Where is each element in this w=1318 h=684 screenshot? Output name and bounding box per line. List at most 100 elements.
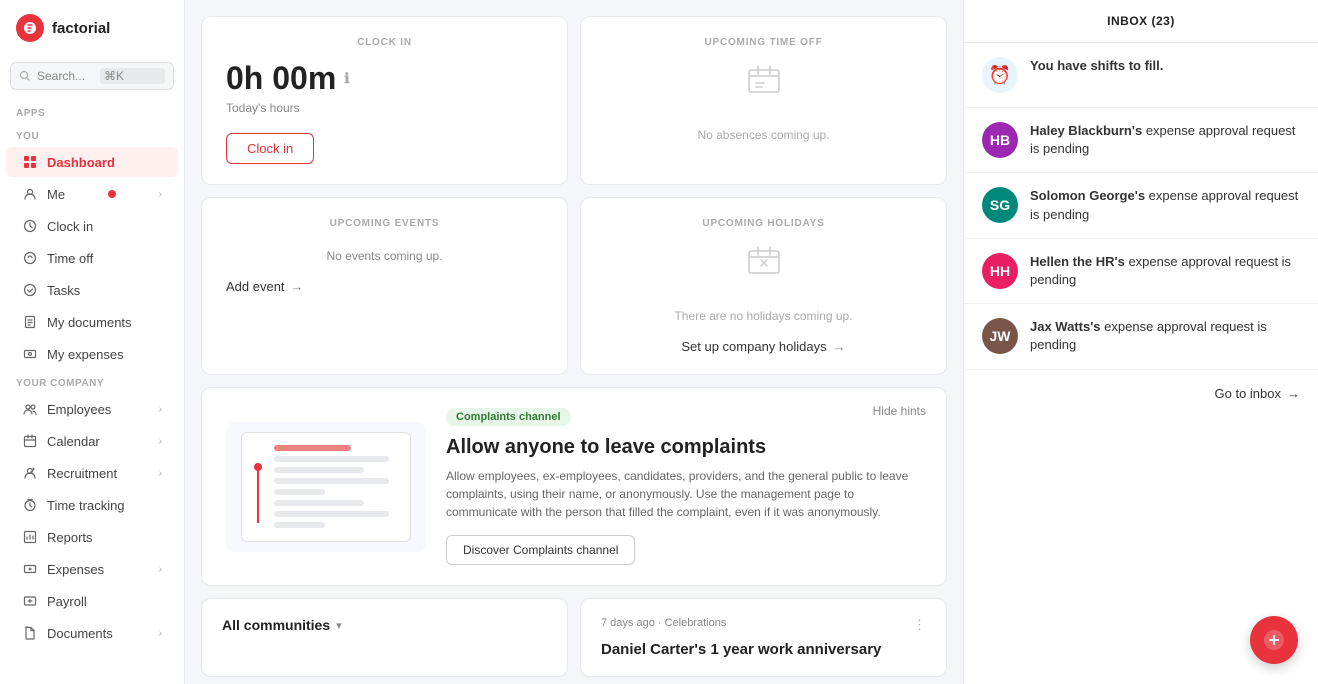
time-off-empty-icon	[605, 60, 922, 108]
sidebar-item-me[interactable]: Me ›	[6, 179, 178, 209]
inbox-item-hellen[interactable]: HH Hellen the HR's expense approval requ…	[964, 239, 1318, 304]
communities-row: All communities ▾ 7 days ago · Celebrati…	[201, 598, 947, 677]
sidebar-item-documents[interactable]: Documents ›	[6, 618, 178, 648]
sidebar-item-expenses[interactable]: Expenses ›	[6, 554, 178, 584]
sidebar-item-my-documents[interactable]: My documents	[6, 307, 178, 337]
sidebar-item-employees[interactable]: Employees ›	[6, 394, 178, 424]
employees-chevron: ›	[159, 404, 162, 415]
inbox-avatar-hellen: HH	[982, 253, 1018, 289]
inbox-text-shifts: You have shifts to fill.	[1030, 57, 1300, 75]
calendar-chevron: ›	[159, 436, 162, 447]
sidebar-item-payroll[interactable]: Payroll	[6, 586, 178, 616]
payroll-icon	[22, 593, 38, 609]
go-inbox-arrow: →	[1287, 386, 1300, 401]
hints-content: Complaints channel Allow anyone to leave…	[446, 408, 922, 565]
inbox-item-jax[interactable]: JW Jax Watts's expense approval request …	[964, 304, 1318, 369]
hints-title: Allow anyone to leave complaints	[446, 436, 922, 459]
search-bar[interactable]: Search... ⌘K	[10, 62, 174, 90]
communities-header: All communities ▾	[222, 617, 547, 633]
search-placeholder: Search...	[37, 69, 94, 83]
sidebar-item-calendar[interactable]: Calendar ›	[6, 426, 178, 456]
inbox-text-haley: Haley Blackburn's expense approval reque…	[1030, 122, 1300, 158]
hide-hints-link[interactable]: Hide hints	[873, 404, 926, 418]
inbox-item-haley[interactable]: HB Haley Blackburn's expense approval re…	[964, 108, 1318, 173]
jax-initials: JW	[990, 328, 1011, 344]
time-tracking-label: Time tracking	[47, 498, 125, 513]
my-expenses-icon	[22, 346, 38, 362]
clock-in-button[interactable]: Clock in	[226, 133, 314, 164]
add-event-label: Add event	[226, 279, 285, 294]
inbox-avatar-clock: ⏰	[982, 57, 1018, 93]
events-card-title: UPCOMING EVENTS	[226, 218, 543, 229]
celebrations-menu[interactable]: ⋮	[913, 617, 926, 633]
celebrations-title: Daniel Carter's 1 year work anniversary	[601, 641, 926, 658]
apps-label: Apps	[0, 100, 184, 123]
haley-name: Haley Blackburn's	[1030, 123, 1142, 138]
sidebar-item-reports[interactable]: Reports	[6, 522, 178, 552]
go-to-inbox-link[interactable]: Go to inbox →	[1215, 386, 1301, 401]
clock-card-title: CLOCK IN	[226, 37, 543, 48]
upcoming-holidays-card: UPCOMING HOLIDAYS There are no holidays …	[580, 197, 947, 375]
search-icon	[19, 70, 31, 82]
communities-chevron[interactable]: ▾	[336, 619, 342, 632]
setup-holidays-link[interactable]: Set up company holidays →	[605, 339, 922, 354]
celebrations-meta: 7 days ago · Celebrations	[601, 617, 726, 629]
inbox-avatar-haley: HB	[982, 122, 1018, 158]
add-event-link[interactable]: Add event →	[226, 279, 543, 294]
holidays-empty-text: There are no holidays coming up.	[605, 309, 922, 323]
my-documents-label: My documents	[47, 315, 132, 330]
inbox-text-hellen: Hellen the HR's expense approval request…	[1030, 253, 1300, 289]
inbox-shifts-text: You have shifts to fill.	[1030, 58, 1163, 73]
inbox-item-shifts[interactable]: ⏰ You have shifts to fill.	[964, 43, 1318, 108]
discover-btn[interactable]: Discover Complaints channel	[446, 535, 635, 565]
expenses-chevron: ›	[159, 564, 162, 575]
search-kbd: ⌘K	[100, 68, 165, 84]
dashboard-label: Dashboard	[47, 155, 115, 170]
tasks-label: Tasks	[47, 283, 80, 298]
documents-icon	[22, 625, 38, 641]
sidebar-item-tasks[interactable]: Tasks	[6, 275, 178, 305]
clock-in-icon	[22, 218, 38, 234]
setup-holidays-label: Set up company holidays	[681, 339, 826, 354]
events-empty-text: No events coming up.	[226, 249, 543, 263]
time-off-icon	[22, 250, 38, 266]
inbox-text-solomon: Solomon George's expense approval reques…	[1030, 187, 1300, 223]
tasks-icon	[22, 282, 38, 298]
hellen-name: Hellen the HR's	[1030, 254, 1125, 269]
reports-label: Reports	[47, 530, 93, 545]
your-company-label: YOUR COMPANY	[0, 370, 184, 393]
hints-illustration	[226, 422, 426, 552]
setup-holidays-arrow: →	[833, 339, 846, 354]
my-expenses-label: My expenses	[47, 347, 124, 362]
recruitment-chevron: ›	[159, 468, 162, 479]
logo: factorial	[0, 0, 184, 56]
add-event-arrow: →	[291, 279, 304, 294]
clock-in-label: Clock in	[47, 219, 93, 234]
calendar-label: Calendar	[47, 434, 100, 449]
sidebar-item-dashboard[interactable]: Dashboard	[6, 147, 178, 177]
holidays-card-title: UPCOMING HOLIDAYS	[605, 218, 922, 229]
jax-name: Jax Watts's	[1030, 319, 1101, 334]
sidebar: factorial Search... ⌘K Apps YOU Dashboar…	[0, 0, 185, 684]
solomon-initials: SG	[990, 197, 1010, 213]
sidebar-item-time-tracking[interactable]: Time tracking	[6, 490, 178, 520]
recruitment-icon	[22, 465, 38, 481]
payroll-label: Payroll	[47, 594, 87, 609]
time-off-label: Time off	[47, 251, 93, 266]
upcoming-events-card: UPCOMING EVENTS No events coming up. Add…	[201, 197, 568, 375]
main-content: CLOCK IN 0h 00m ℹ Today's hours Clock in…	[185, 0, 963, 684]
clock-avatar-icon: ⏰	[989, 65, 1011, 86]
go-inbox-label: Go to inbox	[1215, 386, 1282, 401]
me-label: Me	[47, 187, 65, 202]
sidebar-item-clock-in[interactable]: Clock in	[6, 211, 178, 241]
inbox-text-jax: Jax Watts's expense approval request is …	[1030, 318, 1300, 354]
inbox-item-solomon[interactable]: SG Solomon George's expense approval req…	[964, 173, 1318, 238]
solomon-name: Solomon George's	[1030, 188, 1145, 203]
fab-button[interactable]	[1250, 616, 1298, 664]
sidebar-item-recruitment[interactable]: Recruitment ›	[6, 458, 178, 488]
haley-initials: HB	[990, 132, 1010, 148]
sidebar-item-my-expenses[interactable]: My expenses	[6, 339, 178, 369]
inbox-header: INBOX (23)	[964, 0, 1318, 43]
sidebar-item-time-off[interactable]: Time off	[6, 243, 178, 273]
events-row: UPCOMING EVENTS No events coming up. Add…	[201, 197, 947, 375]
